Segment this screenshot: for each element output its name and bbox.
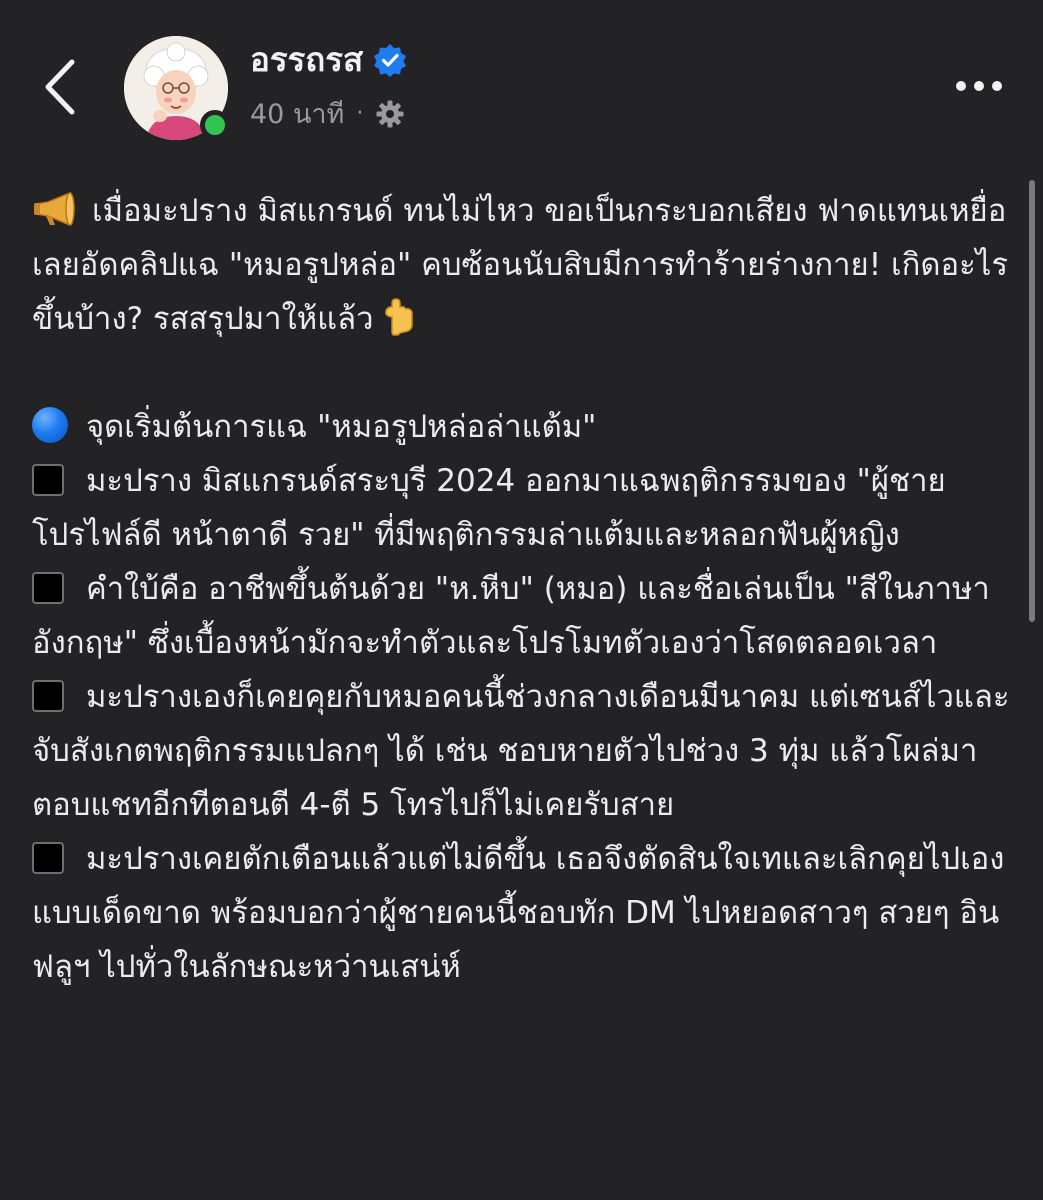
post-screen: อรรถรส 40 นาที · เมื่อมะปราง มิสแกรนด์ ท… (0, 0, 1043, 1200)
verified-badge-icon (374, 43, 407, 77)
post-body: เมื่อมะปราง มิสแกรนด์ ทนไม่ไหว ขอเป็นกระ… (32, 184, 1017, 994)
bullet-text: มะปรางเองก็เคยคุยกับหมอคนนี้ช่วงกลางเดือ… (32, 679, 1010, 823)
intro-text: เมื่อมะปราง มิสแกรนด์ ทนไม่ไหว ขอเป็นกระ… (32, 193, 1008, 337)
point-down-icon (384, 298, 413, 336)
author-avatar[interactable] (124, 36, 230, 140)
author-name[interactable]: อรรถรส (250, 40, 363, 80)
black-square-icon (32, 842, 64, 874)
bullet-item: มะปรางเคยตักเตือนแล้วแต่ไม่ดีขึ้น เธอจึง… (32, 832, 1017, 994)
bullet-text: คำใบ้คือ อาชีพขึ้นต้นด้วย "ห.หีบ" (หมอ) … (32, 571, 990, 661)
megaphone-icon (34, 191, 75, 227)
section-title: จุดเริ่มต้นการแฉ "หมอรูปหล่อล่าแต้ม" (32, 400, 1017, 454)
post-intro: เมื่อมะปราง มิสแกรนด์ ทนไม่ไหว ขอเป็นกระ… (32, 184, 1017, 346)
gear-icon[interactable] (375, 99, 405, 129)
section-title-text: จุดเริ่มต้นการแฉ "หมอรูปหล่อล่าแต้ม" (86, 409, 597, 445)
post-meta: 40 นาที · (250, 92, 405, 135)
black-square-icon (32, 464, 64, 496)
chevron-left-icon (45, 59, 75, 115)
post-timestamp[interactable]: 40 นาที (250, 92, 344, 135)
more-options-button[interactable] (951, 72, 1007, 100)
scrollbar[interactable] (1029, 180, 1035, 622)
black-square-icon (32, 680, 64, 712)
author-row: อรรถรส (250, 40, 407, 80)
back-button[interactable] (36, 56, 88, 118)
online-status-dot (200, 110, 230, 140)
bullet-item: คำใบ้คือ อาชีพขึ้นต้นด้วย "ห.หีบ" (หมอ) … (32, 562, 1017, 670)
bullet-item: มะปรางเองก็เคยคุยกับหมอคนนี้ช่วงกลางเดือ… (32, 670, 1017, 832)
blue-circle-icon (32, 407, 68, 443)
black-square-icon (32, 572, 64, 604)
bullet-text: มะปรางเคยตักเตือนแล้วแต่ไม่ดีขึ้น เธอจึง… (32, 841, 1005, 985)
meta-separator: · (356, 101, 364, 126)
bullet-text: มะปราง มิสแกรนด์สระบุรี 2024 ออกมาแฉพฤติ… (32, 463, 946, 553)
more-options-icon (956, 81, 1002, 91)
bullet-item: มะปราง มิสแกรนด์สระบุรี 2024 ออกมาแฉพฤติ… (32, 454, 1017, 562)
